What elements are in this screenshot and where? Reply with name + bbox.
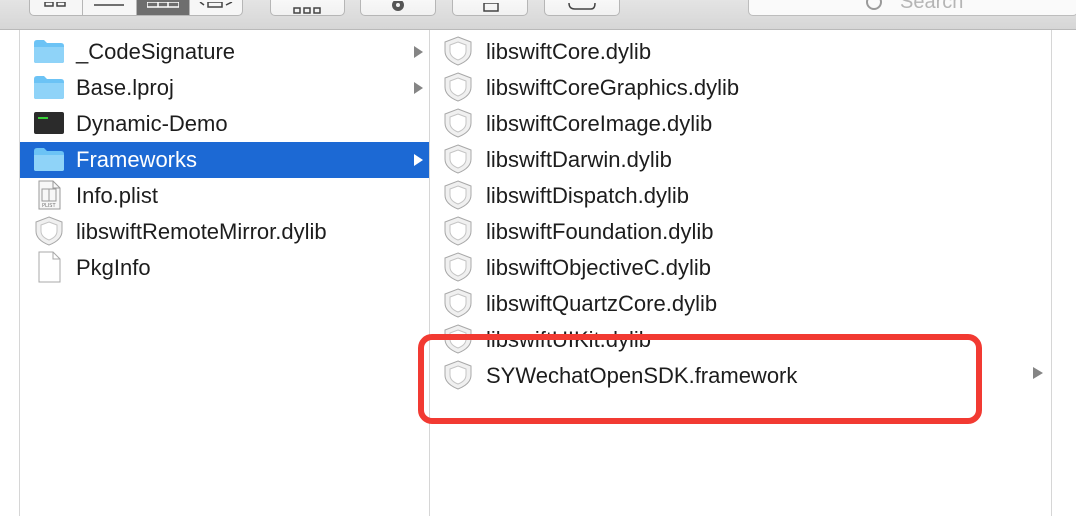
arrange-button[interactable]: [270, 0, 345, 16]
item-label: _CodeSignature: [76, 39, 236, 64]
arrange-icon: [293, 7, 321, 14]
list-item-codesignature[interactable]: _CodeSignature: [20, 34, 429, 70]
finder-toolbar: Search: [0, 0, 1076, 30]
list-item-base-lproj[interactable]: Base.lproj: [20, 70, 429, 106]
folder-icon: [34, 76, 64, 99]
item-label: Frameworks: [76, 147, 198, 172]
icon-view-button[interactable]: [30, 0, 84, 15]
item-label: libswiftCore.dylib: [486, 39, 652, 64]
item-label: libswiftObjectiveC.dylib: [486, 255, 711, 280]
action-gear-icon: [392, 1, 404, 11]
dylib-shield-icon: [444, 288, 472, 318]
dylib-shield-icon: [35, 216, 63, 246]
item-label: libswiftRemoteMirror.dylib: [76, 219, 327, 244]
share-icon: [483, 3, 499, 12]
frameworks-contents-column[interactable]: libswiftCore.dylib libswiftCoreGraphics.…: [430, 30, 1051, 516]
list-item-pkginfo[interactable]: PkgInfo: [20, 250, 429, 286]
column-view-icon: [146, 2, 179, 8]
next-column-edge[interactable]: [1051, 30, 1076, 516]
dylib-shield-icon: [444, 252, 472, 282]
list-item-libswiftfoundation[interactable]: libswiftFoundation.dylib: [430, 214, 1051, 250]
disclosure-arrow-icon: [414, 46, 423, 58]
cover-flow-icon: [199, 2, 233, 8]
item-label: libswiftFoundation.dylib: [486, 219, 714, 244]
view-mode-segmented-control[interactable]: [29, 0, 243, 16]
icon-view-icon: [44, 2, 66, 7]
item-label: Info.plist: [76, 183, 158, 208]
dylib-shield-icon: [444, 108, 472, 138]
item-label: libswiftCoreImage.dylib: [486, 111, 713, 136]
item-label: libswiftQuartzCore.dylib: [486, 291, 718, 316]
terminal-exec-icon: [34, 112, 64, 134]
bundle-contents-column[interactable]: _CodeSignature Base.lproj Dynamic-Demo F…: [20, 30, 430, 516]
dylib-shield-icon: [444, 72, 472, 102]
disclosure-arrow-icon: [1033, 367, 1043, 379]
list-item-frameworks[interactable]: Frameworks: [20, 142, 429, 178]
dylib-shield-icon: [444, 216, 472, 246]
blank-document-icon: [38, 251, 61, 283]
list-item-libswiftcoregraphics[interactable]: libswiftCoreGraphics.dylib: [430, 70, 1051, 106]
dylib-shield-icon: [444, 180, 472, 210]
list-item-libswiftcoreimage[interactable]: libswiftCoreImage.dylib: [430, 106, 1051, 142]
parent-column[interactable]: [0, 30, 20, 516]
annotation-highlight-box: [418, 334, 982, 424]
list-item-libswiftdarwin[interactable]: libswiftDarwin.dylib: [430, 142, 1051, 178]
item-label: Base.lproj: [76, 75, 174, 100]
list-item-libswiftcore[interactable]: libswiftCore.dylib: [430, 34, 1051, 70]
list-view-button[interactable]: [83, 0, 137, 15]
share-button[interactable]: [452, 0, 528, 16]
item-label: PkgInfo: [76, 255, 151, 280]
column-view-button[interactable]: [136, 0, 190, 15]
list-item-dynamic-demo[interactable]: Dynamic-Demo: [20, 106, 429, 142]
plist-file-icon: PLIST: [38, 180, 61, 210]
list-item-libswiftdispatch[interactable]: libswiftDispatch.dylib: [430, 178, 1051, 214]
list-view-icon: [94, 4, 125, 6]
list-item-libswiftquartzcore[interactable]: libswiftQuartzCore.dylib: [430, 286, 1051, 322]
item-label: libswiftCoreGraphics.dylib: [486, 75, 740, 100]
item-label: libswiftDispatch.dylib: [486, 183, 689, 208]
cover-flow-button[interactable]: [190, 0, 242, 15]
list-item-libswiftobjectivec[interactable]: libswiftObjectiveC.dylib: [430, 250, 1051, 286]
item-label: Dynamic-Demo: [76, 111, 228, 136]
search-placeholder: Search: [900, 0, 964, 13]
dylib-shield-icon: [444, 36, 472, 66]
folder-icon: [34, 40, 64, 63]
item-label: libswiftDarwin.dylib: [486, 147, 672, 172]
list-item-info-plist[interactable]: PLIST Info.plist: [20, 178, 429, 214]
tag-button[interactable]: [544, 0, 620, 16]
list-item-libswiftremotemirror[interactable]: libswiftRemoteMirror.dylib: [20, 214, 429, 250]
action-button[interactable]: [360, 0, 436, 16]
dylib-shield-icon: [444, 144, 472, 174]
tag-icon: [568, 3, 596, 10]
svg-text:PLIST: PLIST: [42, 203, 56, 209]
folder-icon: [34, 148, 64, 171]
disclosure-arrow-icon: [414, 82, 423, 94]
disclosure-arrow-icon: [414, 154, 423, 166]
